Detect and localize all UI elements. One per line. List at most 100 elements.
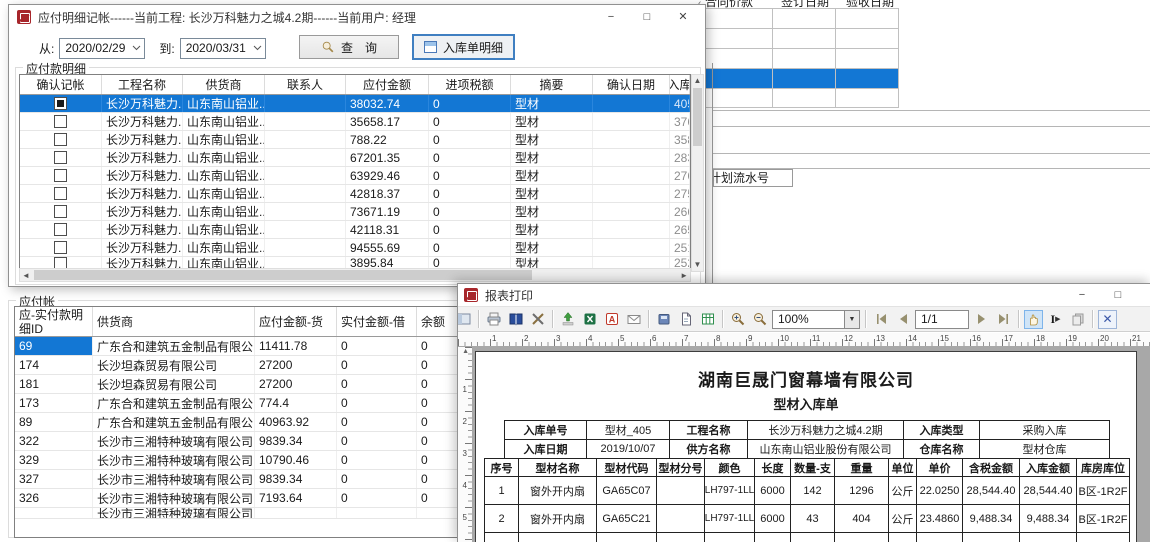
checkbox[interactable] — [54, 205, 67, 218]
close-button[interactable]: ✕ — [1136, 284, 1150, 306]
column-header[interactable]: 应-实付款明细ID — [15, 307, 93, 336]
column-header[interactable]: 摘要 — [511, 75, 593, 94]
cell: 40963.92 — [255, 413, 337, 431]
checkbox[interactable] — [54, 169, 67, 182]
scroll-right-arrow[interactable]: ► — [680, 270, 688, 282]
from-date-picker[interactable]: 2020/02/29 — [59, 38, 145, 59]
mail-icon[interactable] — [624, 310, 643, 329]
table-row[interactable]: 181长沙坦森贸易有限公司2720000 — [15, 375, 459, 394]
checkbox[interactable] — [54, 223, 67, 236]
column-header[interactable]: 入库 — [670, 75, 690, 94]
ruler-number: 18 — [1036, 334, 1045, 343]
table-row[interactable]: 长沙万科魅力...山东南山铝业...67201.350型材283 — [20, 149, 690, 167]
table-row[interactable]: 长沙万科魅力...山东南山铝业...42118.310型材265 — [20, 221, 690, 239]
excel-export-icon[interactable] — [580, 310, 599, 329]
table-row[interactable]: 长沙市三湘特种玻璃有限公司 — [15, 508, 459, 519]
prev-page-button[interactable] — [893, 310, 912, 329]
sidebar-toggle-icon[interactable] — [458, 310, 473, 329]
checkbox[interactable] — [54, 97, 67, 110]
print-icon[interactable] — [484, 310, 503, 329]
column-header[interactable]: 实付金额-借 — [337, 307, 417, 336]
query-button-label: 查 询 — [341, 39, 377, 56]
column-header[interactable]: 应付金额 — [346, 75, 429, 94]
table-row[interactable]: 长沙万科魅力...山东南山铝业...35658.170型材376 — [20, 113, 690, 131]
column-header[interactable]: 确认日期 — [593, 75, 670, 94]
export-icon[interactable] — [558, 310, 577, 329]
table-row[interactable]: 长沙万科魅力...山东南山铝业...42818.370型材275 — [20, 185, 690, 203]
last-page-button[interactable] — [994, 310, 1013, 329]
title-bar[interactable]: 报表打印 − □ ✕ — [458, 284, 1150, 306]
zoom-level-select[interactable]: 100% ▼ — [772, 310, 860, 329]
hand-tool-button[interactable] — [1024, 310, 1043, 329]
print-preview-area[interactable]: 湖南巨晟门窗幕墙有限公司 型材入库单 入库单号 型材_405 工程名称 长沙万科… — [473, 347, 1150, 542]
minimize-button[interactable]: − — [1064, 284, 1100, 306]
checkbox[interactable] — [54, 187, 67, 200]
checkbox[interactable] — [54, 133, 67, 146]
maximize-button[interactable]: □ — [1100, 284, 1136, 306]
zoom-in-icon[interactable] — [728, 310, 747, 329]
table-row[interactable]: 长沙万科魅力...山东南山铝业...94555.690型材251 — [20, 239, 690, 257]
table-row[interactable]: 174长沙坦森贸易有限公司2720000 — [15, 356, 459, 375]
column-header[interactable]: 确认记帐 — [20, 75, 102, 94]
column-header[interactable]: 余额 — [417, 307, 460, 336]
zoom-out-icon[interactable] — [750, 310, 769, 329]
inbound-detail-button[interactable]: 入库单明细 — [412, 34, 515, 60]
cell: 42118.31 — [346, 221, 429, 238]
column-header[interactable]: 进项税额 — [429, 75, 511, 94]
data-grid-icon[interactable] — [698, 310, 717, 329]
cell — [593, 149, 670, 166]
close-button[interactable]: ✕ — [665, 5, 701, 29]
document-icon[interactable] — [676, 310, 695, 329]
column-header: 重量 — [835, 459, 889, 477]
to-date-picker[interactable]: 2020/03/31 — [180, 38, 266, 59]
bg-table[interactable] — [703, 8, 899, 108]
table-row[interactable]: 长沙万科魅力...山东南山铝业...38032.740型材405 — [20, 95, 690, 113]
next-page-button[interactable] — [972, 310, 991, 329]
table-row[interactable]: 326长沙市三湘特种玻璃有限公司7193.6400 — [15, 489, 459, 508]
table-row[interactable]: 长沙万科魅力...山东南山铝业...73671.190型材266 — [20, 203, 690, 221]
page-number-input[interactable]: 1/1 — [915, 310, 969, 329]
checkbox[interactable] — [54, 241, 67, 254]
minimize-button[interactable]: − — [593, 5, 629, 29]
vertical-scrollbar[interactable]: ▲ ▼ — [691, 74, 704, 272]
table-row[interactable]: 327长沙市三湘特种玻璃有限公司9839.3400 — [15, 470, 459, 489]
table-row[interactable]: 89广东合和建筑五金制品有限公司40963.9200 — [15, 413, 459, 432]
column-header[interactable]: 供货商 — [93, 307, 255, 336]
column-header[interactable]: 工程名称 — [102, 75, 183, 94]
checkbox[interactable] — [54, 115, 67, 128]
column-header[interactable]: 应付金额-货 — [255, 307, 337, 336]
cell: 0 — [337, 451, 417, 469]
table-row[interactable]: 173广东合和建筑五金制品有限公司774.400 — [15, 394, 459, 413]
maximize-button[interactable]: □ — [629, 5, 665, 29]
scroll-up-arrow[interactable]: ▲ — [692, 75, 703, 87]
table-row[interactable]: 69广东合和建筑五金制品有限公司11411.7800 — [15, 337, 459, 356]
checkbox[interactable] — [54, 151, 67, 164]
ruler-scroll-up[interactable]: ▲ — [462, 348, 469, 355]
cell: 38032.74 — [346, 95, 429, 112]
svg-text:A: A — [608, 315, 615, 325]
text-select-tool-button[interactable]: I▶ — [1046, 310, 1065, 329]
column-header[interactable]: 供货商 — [183, 75, 265, 94]
title-bar[interactable]: 应付明细记帐------当前工程: 长沙万科魅力之城4.2期------当前用户… — [9, 5, 705, 29]
pdf-export-icon[interactable]: A — [602, 310, 621, 329]
cell — [20, 167, 102, 184]
table-row[interactable]: 长沙万科魅力...山东南山铝业...63929.460型材276 — [20, 167, 690, 185]
scroll-left-arrow[interactable]: ◄ — [22, 270, 30, 282]
tools-icon[interactable] — [528, 310, 547, 329]
save-icon[interactable] — [654, 310, 673, 329]
table-row[interactable]: 长沙万科魅力...山东南山铝业...788.220型材358 — [20, 131, 690, 149]
chevron-down-icon[interactable]: ▼ — [844, 311, 859, 328]
column-header[interactable]: 联系人 — [265, 75, 346, 94]
close-preview-button[interactable]: ✕ — [1098, 310, 1117, 329]
cell: 6000 — [755, 477, 791, 505]
cell: 22.0250 — [917, 477, 963, 505]
scroll-down-arrow[interactable]: ▼ — [692, 259, 703, 271]
horizontal-scrollbar[interactable]: ◄ ► — [19, 268, 691, 282]
query-button[interactable]: 查 询 — [299, 35, 399, 59]
table-row[interactable]: 322长沙市三湘特种玻璃有限公司9839.3400 — [15, 432, 459, 451]
page-setup-book-icon[interactable] — [506, 310, 525, 329]
first-page-button[interactable] — [871, 310, 890, 329]
table-row[interactable]: 329长沙市三湘特种玻璃有限公司10790.4600 — [15, 451, 459, 470]
chevron-down-icon — [253, 45, 262, 51]
copy-tool-button[interactable] — [1068, 310, 1087, 329]
